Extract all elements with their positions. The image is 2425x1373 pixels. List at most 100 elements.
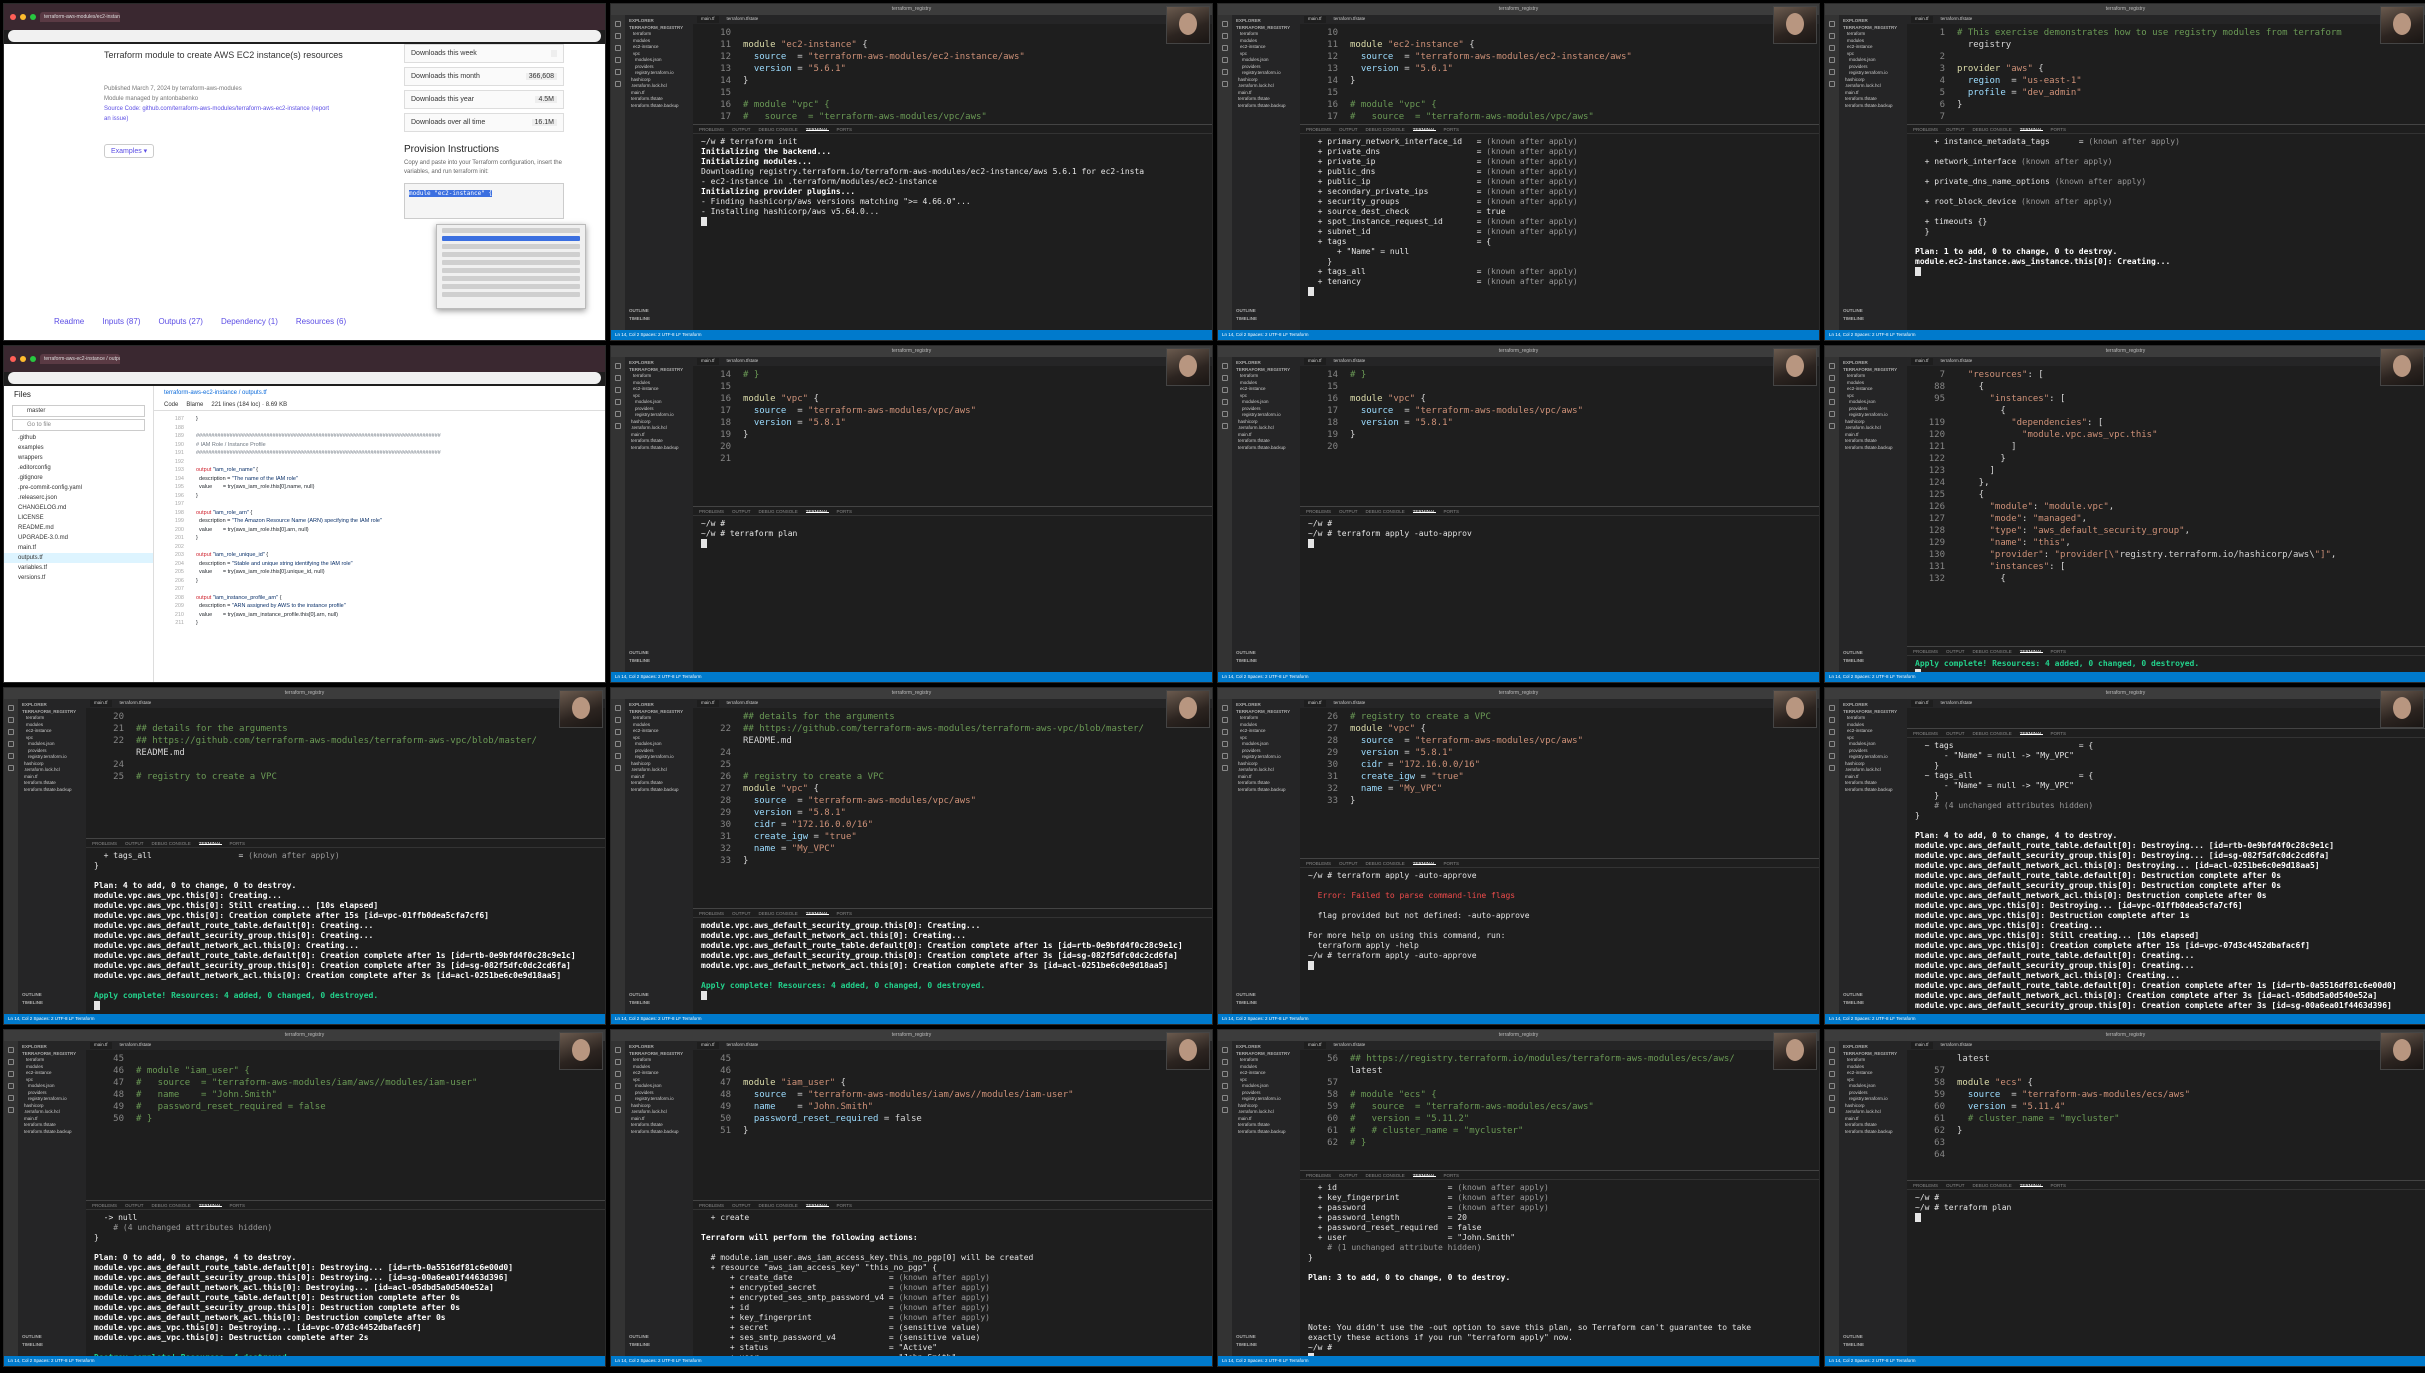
terraform-icon[interactable] [1829,765,1835,771]
panel-tab[interactable]: PORTS [230,1203,245,1208]
file-item[interactable]: CHANGELOG.md [4,503,153,513]
panel-tab[interactable]: OUTPUT [125,841,144,846]
search-icon[interactable] [1829,33,1835,39]
file-item[interactable]: .gitignore [4,473,153,483]
explorer-item[interactable]: terraform.tfstate.backup [1843,787,1903,794]
minimize-dot-icon[interactable] [20,14,26,20]
panel-tab[interactable]: OUTPUT [1339,861,1358,866]
extensions-icon[interactable] [1222,69,1228,75]
source-control-icon[interactable] [1829,45,1835,51]
panel-tab[interactable]: OUTPUT [1339,1173,1358,1178]
outline-section[interactable]: OUTLINE [1843,992,1863,999]
file-item[interactable]: .pre-commit-config.yaml [4,483,153,493]
panel-tab[interactable]: OUTPUT [125,1203,144,1208]
tab-main-tf[interactable]: main.tf [1911,16,1933,23]
panel-tab[interactable]: DEBUG CONSOLE [152,1203,191,1208]
code-editor[interactable]: main.tf terraform.tfstate 45 46 # module "ia… [86,1041,605,1201]
panel-tab[interactable]: DEBUG CONSOLE [759,1203,798,1208]
panel-tab[interactable]: PROBLEMS [1913,127,1938,132]
tab-tfstate[interactable]: terraform.tfstate [723,1042,763,1049]
source-control-icon[interactable] [615,1071,621,1077]
source-control-icon[interactable] [1222,387,1228,393]
run-icon[interactable] [8,741,14,747]
panel-tab[interactable]: TERMINAL [805,509,829,514]
minimize-dot-icon[interactable] [20,356,26,362]
tab-main-tf[interactable]: main.tf [90,1042,112,1049]
file-item[interactable]: .github [4,433,153,443]
explorer-item[interactable]: terraform.tfstate.backup [22,787,82,794]
timeline-section[interactable]: TIMELINE [22,1342,43,1349]
timeline-section[interactable]: TIMELINE [22,1000,43,1007]
explorer-item[interactable]: terraform.tfstate.backup [1236,103,1296,110]
tab-main-tf[interactable]: main.tf [1304,16,1326,23]
terminal-output[interactable]: ~/w # terraform init Initializing the bac… [693,134,1212,230]
tab-main-tf[interactable]: main.tf [1304,700,1326,707]
explorer-item[interactable]: terraform.tfstate.backup [629,445,689,452]
file-item[interactable]: examples [4,443,153,453]
tab-main-tf[interactable]: main.tf [1911,358,1933,365]
search-icon[interactable] [615,717,621,723]
terminal-output[interactable]: Apply complete! Resources: 4 added, 0 ch… [1907,656,2425,672]
extensions-icon[interactable] [8,753,14,759]
close-dot-icon[interactable] [10,356,16,362]
panel-tab[interactable]: TERMINAL [1412,1173,1436,1178]
explorer-item[interactable]: terraform.tfstate.backup [1843,1129,1903,1136]
timeline-section[interactable]: TIMELINE [1843,316,1864,323]
explorer-item[interactable]: terraform.tfstate.backup [1843,103,1903,110]
tab-main-tf[interactable]: main.tf [90,700,112,707]
search-icon[interactable] [615,33,621,39]
tab-tfstate[interactable]: terraform.tfstate [1937,1042,1977,1049]
panel-tab[interactable]: OUTPUT [1339,127,1358,132]
code-editor[interactable]: main.tf terraform.tfstate 14 # } 15 16 module … [693,357,1212,507]
panel-tab[interactable]: TERMINAL [2019,731,2043,736]
terraform-icon[interactable] [8,765,14,771]
extensions-icon[interactable] [615,69,621,75]
panel-tab[interactable]: PROBLEMS [92,1203,117,1208]
examples-dropdown[interactable]: Examples ▾ [104,144,155,158]
files-icon[interactable] [615,363,621,369]
panel-tab[interactable]: PROBLEMS [92,841,117,846]
code-editor[interactable]: main.tf terraform.tfstate 56 ## https://reg… [1300,1041,1819,1171]
browser-tab[interactable]: terraform-aws-modules/ec2-instance/aws [40,12,120,22]
terminal-output[interactable]: + create Terraform will perform the foll… [693,1210,1212,1356]
panel-tab[interactable]: PROBLEMS [1306,127,1331,132]
context-menu[interactable] [436,224,586,309]
files-icon[interactable] [615,1047,621,1053]
terminal-output[interactable]: + tags_all = (known after apply)} Plan: … [86,848,605,1014]
terminal-output[interactable]: -> null # (4 unchanged attributes hidden… [86,1210,605,1356]
source-control-icon[interactable] [615,45,621,51]
source-control-icon[interactable] [1829,387,1835,393]
run-icon[interactable] [1222,741,1228,747]
extensions-icon[interactable] [615,411,621,417]
source-control-icon[interactable] [1829,729,1835,735]
tab-main-tf[interactable]: main.tf [697,700,719,707]
tab-tfstate[interactable]: terraform.tfstate [1330,700,1370,707]
panel-tab[interactable]: DEBUG CONSOLE [759,911,798,916]
panel-tab[interactable]: PROBLEMS [1913,649,1938,654]
outline-section[interactable]: OUTLINE [629,1334,649,1341]
run-icon[interactable] [615,741,621,747]
tab-tfstate[interactable]: terraform.tfstate [723,700,763,707]
file-item[interactable]: outputs.tf [4,553,153,563]
terraform-icon[interactable] [1829,1107,1835,1113]
terraform-icon[interactable] [1222,423,1228,429]
terminal-output[interactable]: + primary_network_interface_id = (known … [1300,134,1819,300]
run-icon[interactable] [1829,1083,1835,1089]
tab-main-tf[interactable]: main.tf [1304,1042,1326,1049]
terraform-icon[interactable] [1829,81,1835,87]
terraform-icon[interactable] [1222,765,1228,771]
run-icon[interactable] [615,57,621,63]
panel-tab[interactable]: TERMINAL [805,1203,829,1208]
tab-tfstate[interactable]: terraform.tfstate [1330,358,1370,365]
source-control-icon[interactable] [1829,1071,1835,1077]
extensions-icon[interactable] [615,1095,621,1101]
source-control-icon[interactable] [8,729,14,735]
panel-tab[interactable]: DEBUG CONSOLE [1366,861,1405,866]
close-dot-icon[interactable] [10,14,16,20]
explorer-item[interactable]: terraform.tfstate.backup [1236,787,1296,794]
panel-tab[interactable]: TERMINAL [2019,649,2043,654]
terraform-icon[interactable] [8,1107,14,1113]
files-icon[interactable] [1829,21,1835,27]
panel-tab[interactable]: OUTPUT [732,127,751,132]
panel-tab[interactable]: PROBLEMS [1306,861,1331,866]
